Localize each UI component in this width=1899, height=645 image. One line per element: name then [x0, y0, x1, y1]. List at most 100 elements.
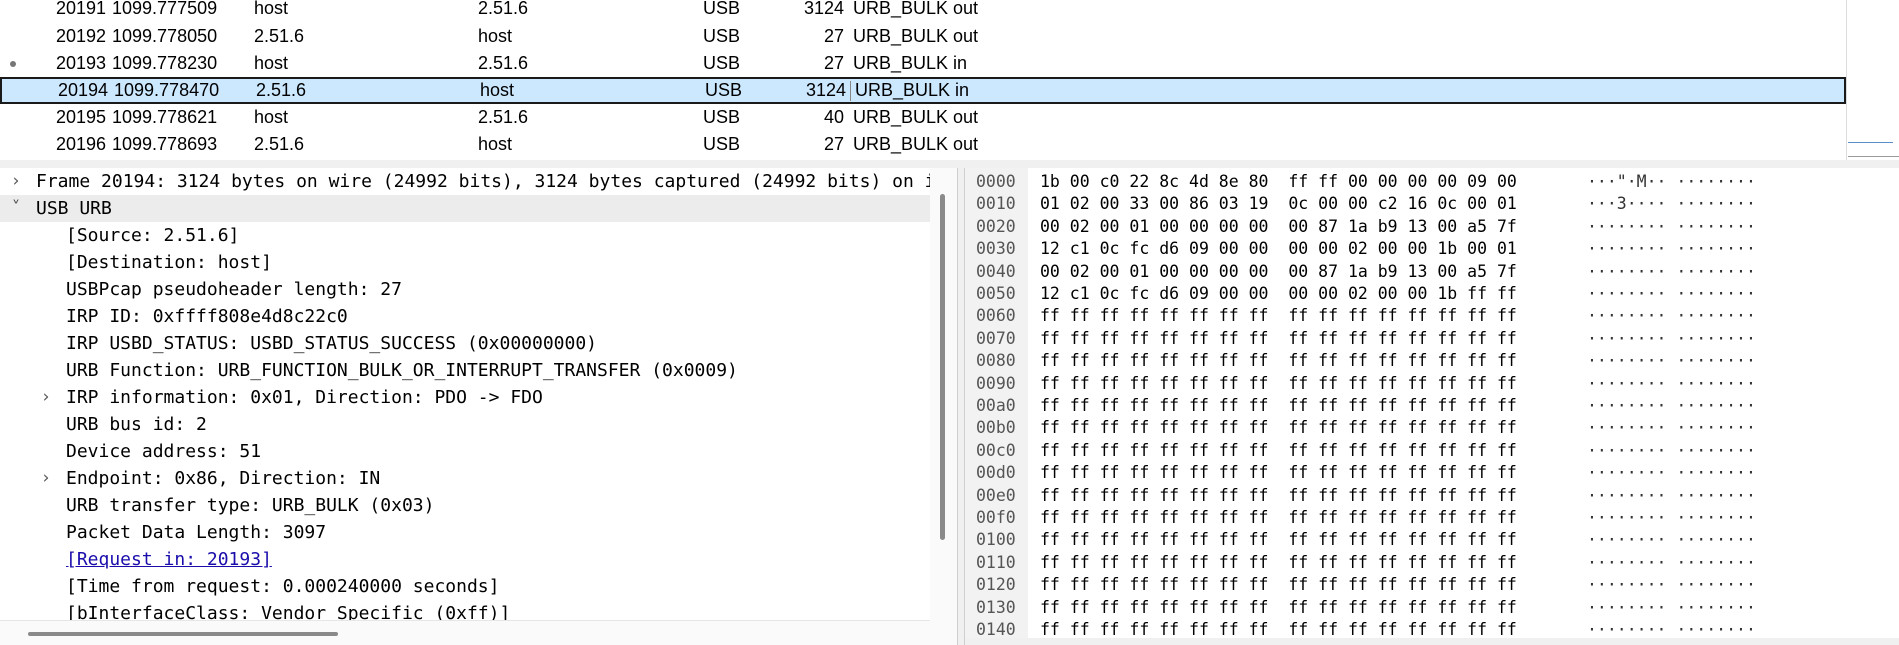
tree-item[interactable]: IRP USBD_STATUS: USBD_STATUS_SUCCESS (0x…: [0, 330, 940, 357]
packet-info: URB_BULK in: [855, 80, 970, 100]
hex-bytes: ff ff ff ff ff ff ff ff ff ff ff ff ff f…: [1040, 306, 1517, 326]
packet-row[interactable]: 20193 1099.778230 host 2.51.6 USB 27 URB…: [0, 50, 1846, 77]
packet-time: 1099.778470: [114, 80, 220, 100]
packet-protocol: USB: [703, 0, 741, 18]
packet-time: 1099.778050: [112, 26, 218, 46]
hex-offset: 00d0: [976, 463, 1016, 483]
hex-row[interactable]: 00d0 ff ff ff ff ff ff ff ff ff ff ff ff …: [965, 462, 1899, 484]
hex-row[interactable]: 0070 ff ff ff ff ff ff ff ff ff ff ff ff …: [965, 328, 1899, 350]
tree-item-label: USBPcap pseudoheader length: 27: [66, 279, 402, 300]
tree-item-irp-information[interactable]: › IRP information: 0x01, Direction: PDO …: [0, 384, 940, 411]
hex-row[interactable]: 00f0 ff ff ff ff ff ff ff ff ff ff ff ff …: [965, 507, 1899, 529]
tree-item-label: USB URB: [36, 198, 112, 219]
packet-length: 40: [823, 107, 844, 127]
hex-row[interactable]: 0060 ff ff ff ff ff ff ff ff ff ff ff ff …: [965, 305, 1899, 327]
details-vertical-scrollbar[interactable]: [930, 168, 957, 645]
hex-row[interactable]: 0130 ff ff ff ff ff ff ff ff ff ff ff ff …: [965, 597, 1899, 619]
packet-row[interactable]: 20195 1099.778621 host 2.51.6 USB 40 URB…: [0, 104, 1846, 131]
tree-item[interactable]: USBPcap pseudoheader length: 27: [0, 276, 940, 303]
packet-info: URB_BULK in: [853, 53, 968, 73]
packet-info: URB_BULK out: [853, 134, 979, 154]
packet-source: 2.51.6: [254, 26, 305, 46]
tree-item[interactable]: [Source: 2.51.6]: [0, 222, 940, 249]
hex-row[interactable]: 0040 00 02 00 01 00 00 00 00 00 87 1a b9 …: [965, 261, 1899, 283]
tree-item[interactable]: Packet Data Length: 3097: [0, 519, 940, 546]
hex-row[interactable]: 0100 ff ff ff ff ff ff ff ff ff ff ff ff …: [965, 529, 1899, 551]
hex-row[interactable]: 00a0 ff ff ff ff ff ff ff ff ff ff ff ff …: [965, 395, 1899, 417]
hex-row[interactable]: 00b0 ff ff ff ff ff ff ff ff ff ff ff ff …: [965, 417, 1899, 439]
scrollbar-thumb[interactable]: [940, 194, 945, 540]
horizontal-splitter[interactable]: [0, 160, 1899, 168]
packet-time: 1099.777509: [112, 0, 218, 18]
hex-offset: 0110: [976, 552, 1016, 572]
details-horizontal-scrollbar[interactable]: [0, 620, 930, 645]
hex-bytes: 00 02 00 01 00 00 00 00 00 87 1a b9 13 0…: [1040, 216, 1517, 236]
hex-bytes: 12 c1 0c fc d6 09 00 00 00 00 02 00 00 1…: [1040, 284, 1517, 303]
column-separator[interactable]: [850, 81, 851, 101]
tree-item[interactable]: URB transfer type: URB_BULK (0x03): [0, 492, 940, 519]
packet-row-selected[interactable]: 20194 1099.778470 2.51.6 host USB 3124 U…: [0, 77, 1846, 104]
packet-row[interactable]: 20191 1099.777509 host 2.51.6 USB 3124 U…: [0, 0, 1846, 22]
ascii-bytes: ········ ········: [1587, 306, 1756, 326]
packet-row[interactable]: 20192 1099.778050 2.51.6 host USB 27 URB…: [0, 23, 1846, 50]
vertical-splitter[interactable]: [957, 168, 964, 645]
packet-info: URB_BULK out: [853, 107, 979, 127]
tree-item-label: IRP information: 0x01, Direction: PDO ->…: [66, 387, 543, 408]
packet-protocol: USB: [703, 53, 741, 73]
tree-item-label: Packet Data Length: 3097: [66, 522, 327, 543]
hex-bytes: ff ff ff ff ff ff ff ff ff ff ff ff ff f…: [1040, 508, 1517, 527]
hex-row[interactable]: 0050 12 c1 0c fc d6 09 00 00 00 00 02 00 …: [965, 283, 1899, 305]
tree-item[interactable]: Device address: 51: [0, 438, 940, 465]
hex-bytes: 00 02 00 01 00 00 00 00 00 87 1a b9 13 0…: [1040, 261, 1517, 281]
tree-item[interactable]: [Time from request: 0.000240000 seconds]: [0, 573, 940, 600]
hex-row[interactable]: 0020 00 02 00 01 00 00 00 00 00 87 1a b9 …: [965, 216, 1899, 238]
tree-item-label: IRP ID: 0xffff808e4d8c22c0: [66, 306, 348, 327]
chevron-down-icon[interactable]: ˅: [8, 195, 24, 222]
hex-row[interactable]: 0030 12 c1 0c fc d6 09 00 00 00 00 02 00 …: [965, 238, 1899, 260]
request-in-link[interactable]: [Request in: 20193]: [66, 546, 272, 573]
hex-offset: 0060: [976, 306, 1016, 326]
chevron-right-icon[interactable]: ›: [38, 465, 54, 492]
hex-bytes: ff ff ff ff ff ff ff ff ff ff ff ff ff f…: [1040, 552, 1517, 572]
hex-bytes: ff ff ff ff ff ff ff ff ff ff ff ff ff f…: [1040, 396, 1517, 415]
tree-item-frame[interactable]: › Frame 20194: 3124 bytes on wire (24992…: [0, 168, 940, 195]
hex-offset: 00b0: [976, 418, 1016, 438]
hex-row[interactable]: 0090 ff ff ff ff ff ff ff ff ff ff ff ff …: [965, 373, 1899, 395]
packet-list[interactable]: 20191 1099.777509 host 2.51.6 USB 3124 U…: [0, 0, 1899, 160]
tree-item[interactable]: IRP ID: 0xffff808e4d8c22c0: [0, 303, 940, 330]
packet-bytes-pane[interactable]: 0000 1b 00 c0 22 8c 4d 8e 80 ff ff 00 00 …: [964, 168, 1899, 645]
tree-item[interactable]: URB bus id: 2: [0, 411, 940, 438]
packet-details-pane[interactable]: › Frame 20194: 3124 bytes on wire (24992…: [0, 168, 957, 645]
tree-item-endpoint[interactable]: › Endpoint: 0x86, Direction: IN: [0, 465, 940, 492]
hex-offset: 0080: [976, 351, 1016, 371]
packet-list-scrollbar[interactable]: [1846, 0, 1847, 160]
tree-item-usb-urb[interactable]: ˅ USB URB: [0, 195, 940, 222]
packet-length: 3124: [805, 80, 846, 100]
packet-destination: host: [480, 80, 515, 100]
packet-source: host: [254, 0, 289, 18]
hex-bytes: 01 02 00 33 00 86 03 19 0c 00 00 c2 16 0…: [1040, 194, 1517, 214]
hex-row[interactable]: 0000 1b 00 c0 22 8c 4d 8e 80 ff ff 00 00 …: [965, 171, 1899, 193]
scrollbar-thumb[interactable]: [28, 632, 338, 636]
ascii-bytes: ········ ········: [1587, 328, 1756, 348]
ascii-bytes: ········ ········: [1587, 216, 1756, 236]
tree-item[interactable]: URB Function: URB_FUNCTION_BULK_OR_INTER…: [0, 357, 940, 384]
hex-row[interactable]: 00c0 ff ff ff ff ff ff ff ff ff ff ff ff …: [965, 440, 1899, 462]
hex-row[interactable]: 0080 ff ff ff ff ff ff ff ff ff ff ff ff …: [965, 350, 1899, 372]
packet-info: URB_BULK out: [853, 26, 979, 46]
chevron-right-icon[interactable]: ›: [8, 168, 24, 195]
hex-row[interactable]: 0110 ff ff ff ff ff ff ff ff ff ff ff ff …: [965, 552, 1899, 574]
hex-bytes: ff ff ff ff ff ff ff ff ff ff ff ff ff f…: [1040, 575, 1517, 595]
packet-row[interactable]: 20196 1099.778693 2.51.6 host USB 27 URB…: [0, 131, 1846, 158]
packet-info: URB_BULK out: [853, 0, 979, 18]
hex-bytes: ff ff ff ff ff ff ff ff ff ff ff ff ff f…: [1040, 597, 1517, 617]
hex-row[interactable]: 0010 01 02 00 33 00 86 03 19 0c 00 00 c2 …: [965, 193, 1899, 215]
hex-offset: 00a0: [976, 396, 1016, 415]
tree-item[interactable]: [Destination: host]: [0, 249, 940, 276]
chevron-right-icon[interactable]: ›: [38, 384, 54, 411]
hex-row[interactable]: 0120 ff ff ff ff ff ff ff ff ff ff ff ff …: [965, 574, 1899, 596]
tree-item-request-link[interactable]: [Request in: 20193]: [0, 546, 940, 573]
hex-row[interactable]: 00e0 ff ff ff ff ff ff ff ff ff ff ff ff …: [965, 485, 1899, 507]
hex-offset: 0070: [976, 328, 1016, 348]
packet-destination: 2.51.6: [478, 107, 529, 127]
